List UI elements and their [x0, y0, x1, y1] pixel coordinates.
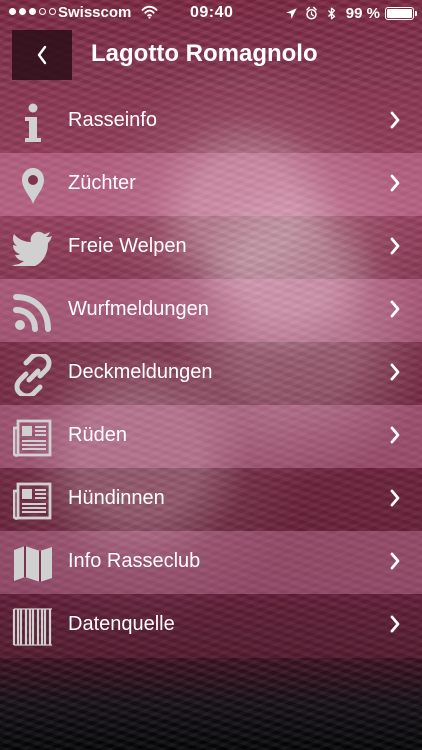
- chevron-left-icon: [37, 45, 47, 65]
- chevron-right-icon: [390, 615, 400, 633]
- app-screen: Swisscom 09:40 99 % Lagotto Romagnolo Ra…: [0, 0, 422, 750]
- wifi-icon: [141, 5, 158, 19]
- menu-item-huendinnen[interactable]: Hündinnen: [0, 468, 422, 531]
- menu-item-zuechter[interactable]: Züchter: [0, 153, 422, 216]
- signal-dot: [49, 8, 56, 15]
- chevron-right-icon: [390, 174, 400, 192]
- menu-item-wurfmeldungen[interactable]: Wurfmeldungen: [0, 279, 422, 342]
- battery-icon: [385, 6, 417, 20]
- chevron-right-icon: [390, 237, 400, 255]
- menu-item-label: Hündinnen: [68, 487, 165, 509]
- rss-feed-icon: [10, 289, 55, 334]
- menu-item-rasseinfo[interactable]: Rasseinfo: [0, 90, 422, 153]
- chevron-right-icon: [390, 489, 400, 507]
- signal-dots-icon: [9, 8, 56, 15]
- back-button[interactable]: [12, 30, 72, 80]
- status-bar: Swisscom 09:40 99 %: [0, 0, 422, 28]
- link-icon: [10, 352, 55, 397]
- status-time: 09:40: [190, 4, 234, 21]
- menu-item-label: Datenquelle: [68, 613, 175, 635]
- menu-item-label: Züchter: [68, 172, 136, 194]
- chevron-right-icon: [390, 552, 400, 570]
- chevron-right-icon: [390, 111, 400, 129]
- map-icon: [10, 541, 55, 586]
- menu-item-datenquelle[interactable]: Datenquelle: [0, 594, 422, 658]
- alarm-icon: [306, 6, 317, 19]
- main-menu: Rasseinfo Züchter Freie Welpen Wurfmeldu…: [0, 90, 422, 658]
- signal-dot: [19, 8, 26, 15]
- chevron-right-icon: [390, 363, 400, 381]
- bluetooth-icon: [327, 7, 335, 19]
- menu-item-label: Rüden: [68, 424, 127, 446]
- twitter-bird-icon: [10, 226, 55, 271]
- menu-item-label: Freie Welpen: [68, 235, 187, 257]
- chevron-right-icon: [390, 300, 400, 318]
- menu-item-label: Rasseinfo: [68, 109, 157, 131]
- status-right-icons: 99 %: [284, 3, 417, 23]
- menu-item-label: Info Rasseclub: [68, 550, 201, 572]
- chevron-right-icon: [390, 426, 400, 444]
- battery-percentage: 99 %: [345, 4, 380, 22]
- menu-item-label: Wurfmeldungen: [68, 298, 209, 320]
- signal-dot: [9, 8, 16, 15]
- info-icon: [10, 100, 55, 145]
- battery-level-fill: [387, 8, 412, 18]
- menu-item-rueden[interactable]: Rüden: [0, 405, 422, 468]
- signal-dot: [29, 8, 36, 15]
- newspaper-icon: [10, 415, 55, 460]
- menu-item-label: Deckmeldungen: [68, 361, 213, 383]
- carrier-name: Swisscom: [58, 4, 132, 21]
- page-title: Lagotto Romagnolo: [91, 40, 318, 67]
- location-pin-icon: [10, 163, 55, 208]
- barcode-icon: [10, 604, 55, 649]
- navigation-header: Lagotto Romagnolo: [0, 28, 422, 90]
- newspaper-icon: [10, 478, 55, 523]
- menu-item-freie-welpen[interactable]: Freie Welpen: [0, 216, 422, 279]
- signal-dot: [39, 8, 46, 15]
- location-arrow-icon: [286, 7, 297, 19]
- menu-item-info-rasseclub[interactable]: Info Rasseclub: [0, 531, 422, 594]
- menu-item-deckmeldungen[interactable]: Deckmeldungen: [0, 342, 422, 405]
